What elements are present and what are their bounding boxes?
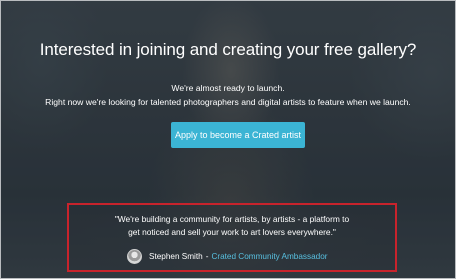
testimonial-author: Stephen Smith - Crated Community Ambassa… (127, 248, 328, 264)
testimonial-box: "We're building a community for artists,… (67, 203, 397, 272)
author-avatar (127, 248, 142, 264)
testimonial-quote: "We're building a community for artists,… (69, 213, 395, 239)
author-name: Stephen Smith (149, 251, 203, 261)
author-separator: - (205, 251, 209, 261)
apply-artist-button[interactable]: Apply to become a Crated artist (171, 122, 305, 148)
testimonial-quote-line-1: "We're building a community for artists,… (114, 214, 350, 224)
signup-hero-panel: Interested in joining and creating your … (0, 0, 456, 279)
hero-subtext-line-2: Right now we're looking for talented pho… (45, 97, 411, 107)
hero-headline: Interested in joining and creating your … (39, 40, 417, 59)
hero-subtext-line-1: We're almost ready to launch. (171, 83, 285, 93)
hero-subtext: We're almost ready to launch. Right now … (1, 81, 455, 109)
testimonial-quote-line-2: get noticed and sell your work to art lo… (128, 227, 336, 237)
hero-content: Interested in joining and creating your … (1, 1, 455, 278)
author-role-link[interactable]: Crated Community Ambassador (211, 252, 327, 261)
